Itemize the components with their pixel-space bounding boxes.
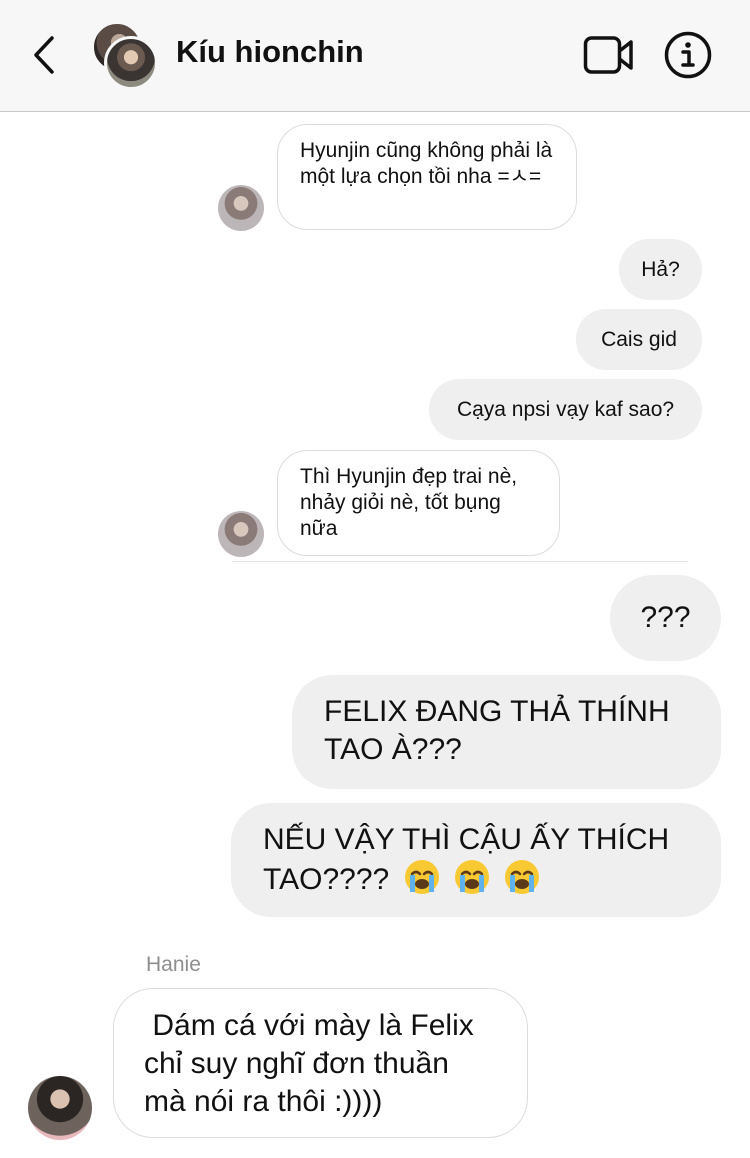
- incoming-message[interactable]: Dám cá với mày là Felix chỉ suy nghĩ đơn…: [113, 988, 528, 1138]
- outgoing-message[interactable]: Hả?: [619, 239, 702, 300]
- video-call-button[interactable]: [583, 34, 635, 76]
- loudly-crying-face-emoji: [404, 860, 439, 894]
- outgoing-message[interactable]: NẾU VẬY THÌ CẬU ẤY THÍCH TAO????: [231, 803, 721, 917]
- loudly-crying-face-emoji: [505, 860, 540, 894]
- divider: [232, 561, 688, 562]
- loudly-crying-face-emoji: [454, 860, 489, 894]
- info-icon: [664, 31, 712, 79]
- chevron-left-icon: [34, 36, 54, 74]
- outgoing-message[interactable]: FELIX ĐANG THẢ THÍNH TAO À???: [292, 675, 721, 789]
- chat-header: Kíu hionchin: [0, 0, 750, 112]
- sender-avatar[interactable]: [218, 185, 264, 231]
- outgoing-message[interactable]: ???: [610, 575, 721, 661]
- group-avatar[interactable]: [90, 22, 160, 92]
- video-camera-icon: [583, 36, 633, 74]
- sender-avatar[interactable]: [28, 1076, 92, 1140]
- avatar-front: [104, 36, 158, 90]
- sender-name: Hanie: [146, 953, 201, 976]
- sender-avatar[interactable]: [218, 511, 264, 557]
- outgoing-message[interactable]: Cais gid: [576, 309, 702, 370]
- chat-title[interactable]: Kíu hionchin: [176, 34, 364, 70]
- info-button[interactable]: [664, 31, 712, 79]
- incoming-message[interactable]: Hyunjin cũng không phải là một lựa chọn …: [277, 124, 577, 230]
- outgoing-message[interactable]: Cạya npsi vạy kaf sao?: [429, 379, 702, 440]
- incoming-message[interactable]: Thì Hyunjin đẹp trai nè, nhảy giỏi nè, t…: [277, 450, 560, 556]
- back-button[interactable]: [28, 34, 64, 76]
